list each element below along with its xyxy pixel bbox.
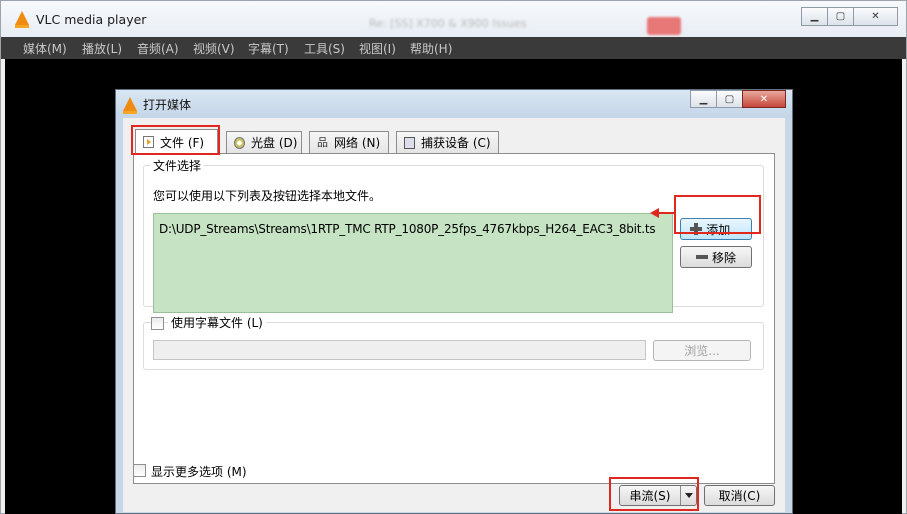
tab-network-label: 网络 (N): [334, 136, 381, 150]
vlc-cone-icon: [123, 97, 137, 114]
menu-help[interactable]: 帮助(H): [410, 40, 452, 57]
tab-disc[interactable]: 光盘 (D): [226, 131, 302, 153]
subtitle-path-field: [153, 340, 646, 360]
network-icon: [317, 134, 328, 150]
dialog-close-button[interactable]: ✕: [742, 90, 786, 108]
dialog-body: 文件 (F) 光盘 (D) 网络 (N) 捕获设备 (C) 文件选择 您可以使用…: [123, 118, 785, 512]
menu-subtitle[interactable]: 字幕(T): [248, 40, 289, 57]
annotation-highlight-stream-button: [609, 477, 699, 511]
file-list-item[interactable]: D:\UDP_Streams\Streams\1RTP_TMC RTP_1080…: [159, 222, 656, 236]
dialog-window-controls: ▁ ▢ ✕: [690, 90, 786, 108]
minimize-button[interactable]: ▁: [801, 7, 828, 26]
vlc-cone-icon: [15, 11, 29, 28]
annotation-arrow-line: [656, 212, 676, 214]
menu-playback[interactable]: 播放(L): [82, 40, 122, 57]
tab-capture-label: 捕获设备 (C): [421, 136, 491, 150]
background-tab-text: Re: [SS] X700 & X900 Issues: [369, 17, 527, 30]
window-title: VLC media player: [36, 12, 147, 27]
file-selection-hint: 您可以使用以下列表及按钮选择本地文件。: [153, 189, 382, 203]
menu-audio[interactable]: 音频(A): [137, 40, 179, 57]
subtitle-group: 使用字幕文件 (L) 浏览...: [143, 314, 764, 370]
use-subtitle-checkbox[interactable]: [151, 317, 164, 330]
dialog-titlebar: 打开媒体 ▁ ▢ ✕: [116, 90, 792, 117]
main-titlebar: VLC media player Re: [SS] X700 & X900 Is…: [1, 1, 906, 37]
tab-disc-label: 光盘 (D): [251, 136, 298, 150]
annotation-arrow-head-icon: [650, 208, 659, 218]
tab-network[interactable]: 网络 (N): [309, 131, 389, 153]
annotation-highlight-add-button: [674, 195, 761, 234]
dialog-minimize-button[interactable]: ▁: [690, 90, 717, 108]
menu-video[interactable]: 视频(V): [193, 40, 235, 57]
dialog-maximize-button[interactable]: ▢: [716, 90, 743, 108]
disc-icon: [234, 136, 245, 149]
remove-file-label: 移除: [711, 250, 736, 265]
window-controls: ▁ ▢ ✕: [801, 7, 898, 26]
capture-device-icon: [404, 136, 415, 149]
browse-subtitle-button: 浏览...: [653, 340, 751, 361]
minus-icon: [695, 251, 708, 263]
close-button[interactable]: ✕: [853, 7, 898, 26]
menu-bar: 媒体(M) 播放(L) 音频(A) 视频(V) 字幕(T) 工具(S) 视图(I…: [1, 37, 906, 59]
dialog-title: 打开媒体: [143, 98, 192, 112]
remove-file-button[interactable]: 移除: [680, 246, 752, 268]
file-selection-legend: 文件选择: [150, 157, 205, 174]
annotation-highlight-file-tab: [131, 125, 220, 155]
show-more-options-label: 显示更多选项 (M): [151, 465, 247, 479]
background-badge: [647, 17, 681, 35]
use-subtitle-label: 使用字幕文件 (L): [168, 314, 266, 331]
tab-capture-device[interactable]: 捕获设备 (C): [396, 131, 499, 153]
menu-view[interactable]: 视图(I): [359, 40, 396, 57]
menu-tools[interactable]: 工具(S): [304, 40, 345, 57]
show-more-options-checkbox[interactable]: [133, 464, 146, 477]
file-selection-group: 文件选择 您可以使用以下列表及按钮选择本地文件。 D:\UDP_Streams\…: [143, 157, 764, 313]
maximize-button[interactable]: ▢: [827, 7, 854, 26]
file-list[interactable]: D:\UDP_Streams\Streams\1RTP_TMC RTP_1080…: [153, 213, 673, 313]
cancel-button[interactable]: 取消(C): [704, 485, 775, 506]
menu-media[interactable]: 媒体(M): [23, 40, 67, 57]
